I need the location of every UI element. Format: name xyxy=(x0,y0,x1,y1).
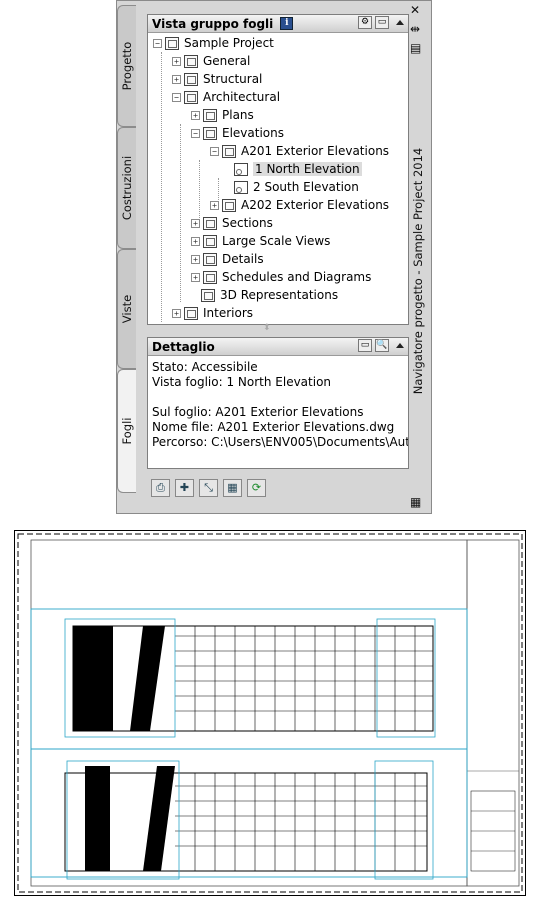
bottom-toolbar: ⎙ ✚ ⤡ ▦ ⟳ xyxy=(151,479,266,497)
subset-icon xyxy=(203,108,217,122)
tree-item-plans[interactable]: + Plans xyxy=(191,107,254,123)
new-sheet-set-icon[interactable]: ▭ xyxy=(375,16,389,29)
autohide-icon[interactable]: ⇹ xyxy=(410,22,420,36)
collapse-icon[interactable] xyxy=(396,20,404,25)
plot-icon[interactable]: ⎙ xyxy=(151,479,170,497)
palette-titlebar: ✕ ⇹ ▤ Navigatore progetto - Sample Proje… xyxy=(405,1,431,513)
tree-item-structural[interactable]: + Structural xyxy=(172,71,262,87)
sheet-view-icon xyxy=(234,180,248,194)
sheet-icon xyxy=(222,198,236,212)
subset-icon xyxy=(203,234,217,248)
resize-icon[interactable]: ▦ xyxy=(410,495,421,509)
preview-icon[interactable]: 🔍 xyxy=(375,339,389,352)
sheet-set-icon xyxy=(165,36,179,50)
subset-icon xyxy=(184,306,198,320)
sheet-drawing-preview xyxy=(14,530,526,896)
detail-on-sheet: Sul foglio: A201 Exterior Elevations xyxy=(152,405,364,419)
subset-icon xyxy=(201,288,215,302)
splitter-grip-icon[interactable]: ⬍ xyxy=(263,323,271,333)
tree-item-architectural[interactable]: − Architectural xyxy=(172,89,280,105)
collapse-icon[interactable] xyxy=(396,343,404,348)
layout-icon[interactable]: ▦ xyxy=(223,479,242,497)
project-navigator-palette: Progetto Costruzioni Viste Fogli Vista g… xyxy=(116,0,432,514)
sheet-tree: − Sample Project + General + Structural − Ar… xyxy=(148,33,408,336)
tree-item-a202[interactable]: + A202 Exterior Elevations xyxy=(210,197,389,213)
tree-item-large-scale-views[interactable]: + Large Scale Views xyxy=(191,233,330,249)
detail-title: Dettaglio xyxy=(152,339,215,354)
detail-sheet-view: Vista foglio: 1 North Elevation xyxy=(152,375,332,389)
sheet-set-view-section: Vista gruppo fogli i ⚙ ▭ − Sample Project… xyxy=(147,14,409,325)
sheet-view-icon xyxy=(234,162,248,176)
subset-icon xyxy=(184,54,198,68)
close-icon[interactable]: ✕ xyxy=(410,3,420,17)
properties-icon[interactable]: ▤ xyxy=(410,41,421,55)
tree-item-sections[interactable]: + Sections xyxy=(191,215,273,231)
south-elevation xyxy=(64,760,434,880)
info-icon[interactable]: i xyxy=(280,17,294,30)
tab-progetto[interactable]: Progetto xyxy=(117,5,136,127)
detail-status: Stato: Accessibile xyxy=(152,360,258,374)
tree-item-project[interactable]: − Sample Project xyxy=(153,35,274,51)
detail-section: Dettaglio ▭ 🔍 Stato: Accessibile Vista f… xyxy=(147,337,409,469)
tree-item-a201[interactable]: − A201 Exterior Elevations xyxy=(210,143,389,159)
sheet-set-options-icon[interactable]: ⚙ xyxy=(358,16,372,29)
detail-body: Stato: Accessibile Vista foglio: 1 North… xyxy=(148,356,408,450)
tab-costruzioni[interactable]: Costruzioni xyxy=(117,127,136,249)
tree-item-north-elevation[interactable]: 1 North Elevation xyxy=(234,161,362,177)
new-sheet-icon[interactable]: ✚ xyxy=(175,479,194,497)
tree-item-interiors[interactable]: + Interiors xyxy=(172,305,253,321)
detail-path: Percorso: C:\Users\ENV005\Documents\Autc xyxy=(152,435,408,449)
north-elevation xyxy=(64,618,436,738)
subset-icon xyxy=(203,126,217,140)
sheet-set-header: Vista gruppo fogli i ⚙ ▭ xyxy=(148,15,408,33)
elevation-drawing xyxy=(17,533,523,893)
subset-icon xyxy=(203,252,217,266)
refresh-icon[interactable]: ⟳ xyxy=(247,479,266,497)
subset-icon xyxy=(203,270,217,284)
detail-header: Dettaglio ▭ 🔍 xyxy=(148,338,408,356)
select-icon[interactable]: ⤡ xyxy=(199,479,218,497)
subset-icon xyxy=(184,90,198,104)
tab-fogli[interactable]: Fogli xyxy=(117,369,136,493)
subset-icon xyxy=(203,216,217,230)
tree-item-3d[interactable]: 3D Representations xyxy=(201,287,338,303)
tree-item-elevations[interactable]: − Elevations xyxy=(191,125,284,141)
detail-file-name: Nome file: A201 Exterior Elevations.dwg xyxy=(152,420,395,434)
subset-icon xyxy=(184,72,198,86)
tree-item-general[interactable]: + General xyxy=(172,53,250,69)
palette-title: Navigatore progetto - Sample Project 201… xyxy=(411,147,425,395)
tree-item-south-elevation[interactable]: 2 South Elevation xyxy=(234,179,359,195)
tree-item-schedules[interactable]: + Schedules and Diagrams xyxy=(191,269,371,285)
details-view-icon[interactable]: ▭ xyxy=(358,339,372,352)
sheet-lock-icon xyxy=(222,144,236,158)
tab-viste[interactable]: Viste xyxy=(117,249,136,369)
vertical-tabs: Progetto Costruzioni Viste Fogli xyxy=(117,5,137,493)
tree-item-details[interactable]: + Details xyxy=(191,251,264,267)
sheet-set-title: Vista gruppo fogli xyxy=(152,16,274,31)
